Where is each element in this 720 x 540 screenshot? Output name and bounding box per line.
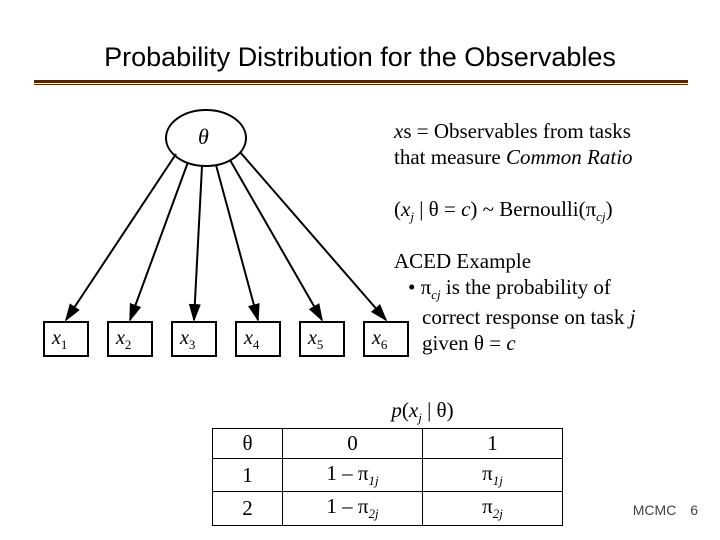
diagram-svg	[38, 90, 422, 370]
obs-label-3: x3	[180, 327, 195, 353]
edge-5	[230, 160, 322, 320]
table-header-span: p(xj | θ)	[283, 396, 563, 429]
slide-title: Probability Distribution for the Observa…	[0, 42, 720, 73]
edge-4	[216, 165, 258, 320]
edge-2	[130, 162, 188, 320]
probability-table: p(xj | θ) θ 0 1 1 1 – π1j π1j 2 1 – π2j …	[212, 396, 563, 526]
table-cell-1-1: π1j	[423, 459, 563, 492]
title-underline-thin	[34, 84, 688, 85]
table-cell-2-1: π2j	[423, 492, 563, 525]
table-cell-1-0: 1 – π1j	[283, 459, 423, 492]
table-col-0-header: 0	[283, 429, 423, 459]
theta-label: θ	[198, 124, 209, 150]
edge-3	[194, 166, 202, 320]
table-row: 1 1 – π1j π1j	[213, 459, 563, 492]
table-corner-blank	[213, 396, 283, 429]
table-theta-header: θ	[213, 429, 283, 459]
bernoulli-formula: (xj | θ = c) ~ Bernoulli(πcj)	[394, 196, 698, 225]
aced-example-text: ACED Example • πcj is the probability of…	[394, 248, 698, 356]
footer-label: MCMC	[633, 502, 677, 518]
table-theta-2: 2	[213, 492, 283, 525]
graphical-model-diagram: θ x1 x2 x3 x4 x5 x6	[38, 90, 422, 370]
table-row: 2 1 – π2j π2j	[213, 492, 563, 525]
obs-label-2: x2	[116, 327, 131, 353]
footer-page-number: 6	[690, 502, 698, 518]
obs-label-4: x4	[244, 327, 259, 353]
obs-label-6: x6	[372, 327, 387, 353]
observables-description: xs = Observables from tasks that measure…	[394, 118, 698, 171]
slide-footer: MCMC 6	[633, 502, 698, 518]
edge-6	[240, 152, 386, 320]
table-col-1-header: 1	[423, 429, 563, 459]
obs-label-1: x1	[52, 327, 67, 353]
obs-label-5: x5	[308, 327, 323, 353]
table-theta-1: 1	[213, 459, 283, 492]
title-underline	[34, 80, 688, 83]
table-cell-2-0: 1 – π2j	[283, 492, 423, 525]
